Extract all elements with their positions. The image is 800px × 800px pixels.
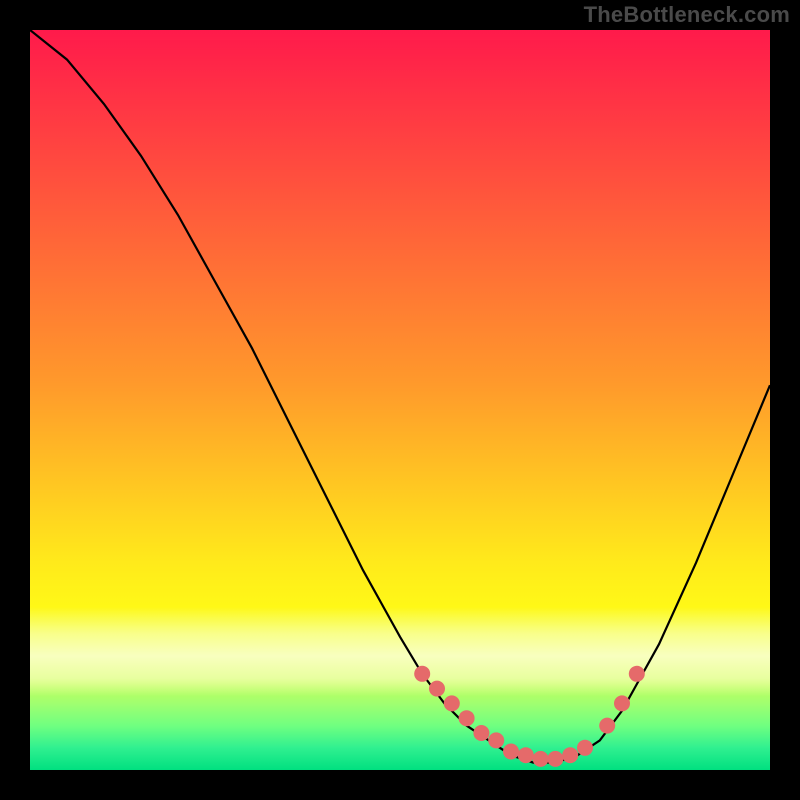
bottleneck-points — [414, 666, 645, 767]
marker-dot — [414, 666, 430, 682]
curve-svg — [30, 30, 770, 770]
marker-dot — [599, 718, 615, 734]
marker-dot — [473, 725, 489, 741]
attribution-text: TheBottleneck.com — [584, 2, 790, 28]
marker-dot — [533, 751, 549, 767]
chart-container: TheBottleneck.com — [0, 0, 800, 800]
marker-dot — [577, 740, 593, 756]
marker-dot — [562, 747, 578, 763]
marker-dot — [518, 747, 534, 763]
marker-dot — [459, 710, 475, 726]
marker-dot — [488, 732, 504, 748]
bottleneck-curve — [30, 30, 770, 763]
plot-area — [30, 30, 770, 770]
marker-dot — [614, 695, 630, 711]
curve-line — [30, 30, 770, 763]
marker-dot — [503, 744, 519, 760]
marker-dot — [629, 666, 645, 682]
marker-dot — [444, 695, 460, 711]
marker-dot — [547, 751, 563, 767]
marker-dot — [429, 681, 445, 697]
